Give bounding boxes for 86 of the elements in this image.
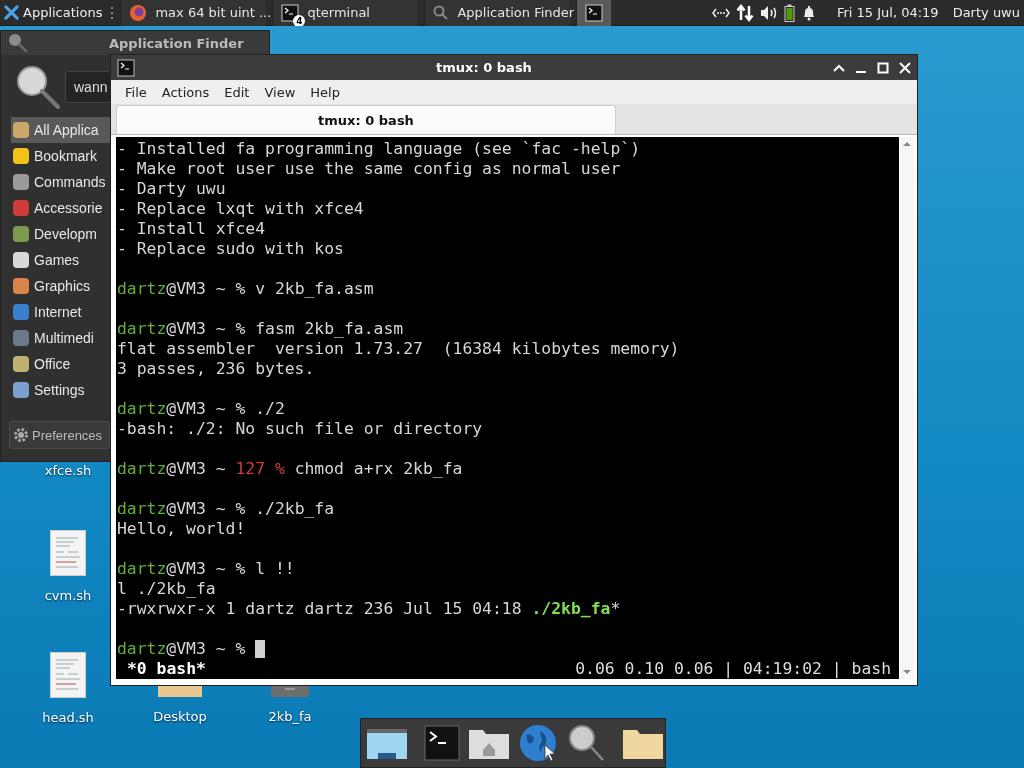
network-icon[interactable] <box>711 6 730 19</box>
close-icon[interactable] <box>899 61 911 74</box>
category-item[interactable]: Commands <box>11 169 113 195</box>
battery-icon[interactable] <box>783 3 795 22</box>
category-item[interactable]: Office <box>11 351 113 377</box>
category-icon <box>11 198 31 218</box>
prompt-line: dartz@VM3 ~ % ./2kb_fa <box>117 499 335 519</box>
category-icon <box>11 250 31 270</box>
globe-icon[interactable] <box>518 723 558 763</box>
category-item[interactable]: Developm <box>11 221 113 247</box>
terminal-line: flat assembler version 1.73.27 (16384 kilobytes memory) <box>117 339 680 359</box>
category-icon <box>11 120 31 140</box>
browser-icon <box>129 3 148 22</box>
menu-item[interactable]: Actions <box>161 84 210 100</box>
terminal-icon[interactable] <box>424 725 460 761</box>
prompt-line: dartz@VM3 ~ % v 2kb_fa.asm <box>117 279 374 299</box>
desktop-icon-label[interactable]: head.sh <box>42 710 94 725</box>
prompt-line: dartz@VM3 ~ % fasm 2kb_fa.asm <box>117 319 404 339</box>
volume-icon[interactable] <box>759 4 778 21</box>
maximize-icon[interactable] <box>877 61 889 74</box>
terminal-line: 3 passes, 236 bytes. <box>117 359 315 379</box>
clock[interactable]: Fri 15 Jul, 04:19 <box>836 5 939 20</box>
terminal-icon <box>585 3 604 22</box>
prompt-line: dartz@VM3 ~ % ./2 <box>117 399 285 419</box>
terminal-icon <box>117 58 135 77</box>
handle-icon <box>110 6 115 19</box>
scrollbar[interactable] <box>900 137 914 679</box>
category-icon <box>11 380 31 400</box>
desktop-icon-label[interactable]: 2kb_fa <box>268 709 312 724</box>
category-item[interactable]: All Applica <box>11 117 113 143</box>
terminal-line: - Installed fa programming language (see `fac -help`) <box>117 139 640 159</box>
terminal-line: - Darty uwu <box>117 179 226 199</box>
window-title: Application Finder <box>109 35 244 51</box>
terminal-line: - Replace lxqt with xfce4 <box>117 199 364 219</box>
terminal-line: - Install xfce4 <box>117 219 266 239</box>
applications-menu-button[interactable]: Applications <box>0 0 105 26</box>
magnifier-icon <box>15 64 61 110</box>
taskbar-button[interactable] <box>576 0 612 26</box>
desktop-icon-label[interactable]: cvm.sh <box>44 588 92 603</box>
category-item[interactable]: Games <box>11 247 113 273</box>
prompt-line: dartz@VM3 ~ 127 % chmod a+rx 2kb_fa <box>117 459 463 479</box>
category-icon <box>11 172 31 192</box>
category-item[interactable]: Multimedi <box>11 325 113 351</box>
preferences-button[interactable]: Preferences <box>9 421 110 449</box>
terminal-line: Hello, world! <box>117 519 246 539</box>
prompt-line: dartz@VM3 ~ % l !! <box>117 559 295 579</box>
terminal-line: - Make root user use the same config as normal user <box>117 159 621 179</box>
desktop-icon-label[interactable]: xfce.sh <box>44 463 92 478</box>
search-field[interactable]: wann <box>65 71 111 103</box>
scroll-up-icon[interactable] <box>902 141 912 147</box>
category-item[interactable]: Graphics <box>11 273 113 299</box>
prompt-line: dartz@VM3 ~ % <box>117 639 246 659</box>
window-title: tmux: 0 bash <box>435 60 533 75</box>
menu-item[interactable]: Help <box>310 84 340 100</box>
category-item[interactable]: Internet <box>11 299 113 325</box>
category-icon <box>11 302 31 322</box>
magnifier-icon[interactable] <box>566 723 606 763</box>
search-icon <box>433 4 450 21</box>
menu-item[interactable]: View <box>264 84 296 100</box>
category-item[interactable]: Accessorie <box>11 195 113 221</box>
transfer-arrows-icon[interactable] <box>735 3 754 22</box>
category-icon <box>11 276 31 296</box>
terminal-line: - Replace sudo with kos <box>117 239 344 259</box>
x-logo-icon <box>4 5 19 20</box>
terminal-line: -bash: ./2: No such file or directory <box>117 419 483 439</box>
gear-icon <box>13 427 29 443</box>
category-item[interactable]: Bookmark <box>11 143 113 169</box>
tmux-window-label: *0 bash* <box>127 659 206 679</box>
category-icon <box>11 354 31 374</box>
menu-item[interactable]: Edit <box>224 84 250 100</box>
tmux-status-info: 0.06 0.10 0.06 | 04:19:02 | bash <box>575 659 891 679</box>
terminal-icon <box>281 3 300 22</box>
terminal-line: l ./2kb_fa <box>117 579 216 599</box>
desktop-icon-label[interactable]: Desktop <box>153 709 207 724</box>
category-icon <box>11 146 31 166</box>
chevron-up-icon[interactable] <box>833 63 845 72</box>
category-icon <box>11 328 31 348</box>
terminal-line: -rwxrwxr-x 1 dartz dartz 236 Jul 15 04:18 ./2kb_fa* <box>117 599 621 619</box>
scroll-down-icon[interactable] <box>902 669 912 675</box>
terminal-tab[interactable]: tmux: 0 bash <box>116 105 616 134</box>
menu-item[interactable]: File <box>125 84 147 100</box>
user-name[interactable]: Darty uwu <box>952 5 1020 20</box>
magnifier-icon <box>7 32 29 54</box>
taskbar-button[interactable]: 4 qterminal <box>272 0 419 26</box>
category-icon <box>11 224 31 244</box>
category-item[interactable]: Settings <box>11 377 113 403</box>
